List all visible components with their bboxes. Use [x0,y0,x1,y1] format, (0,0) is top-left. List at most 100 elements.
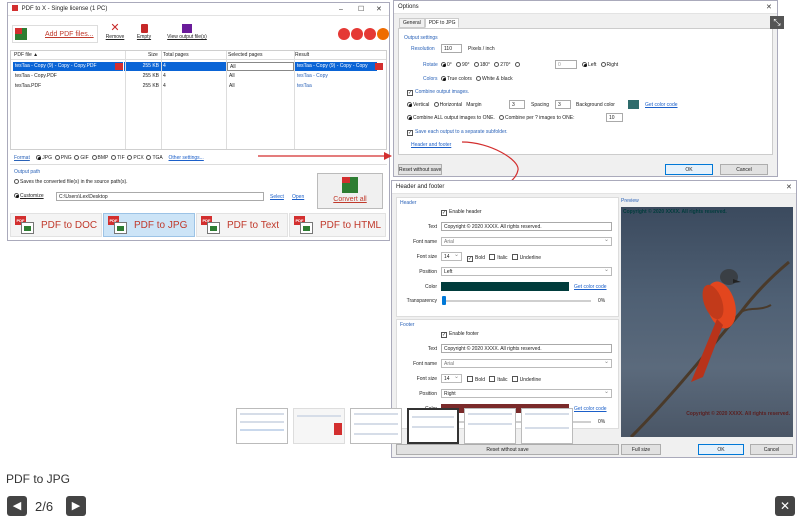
hf-reset-button[interactable]: Reset without save [396,444,619,455]
enable-footer-checkbox[interactable]: ✓ Enable footer [441,331,479,338]
row-result[interactable]: tesTaa - Copy (9) - Copy - Copy [295,62,377,71]
header-bold-checkbox[interactable]: ✓ Bold [467,255,485,262]
header-get-color-link[interactable]: Get color code [574,284,607,290]
hf-close-button[interactable]: ✕ [786,181,792,193]
empty-button[interactable]: Empty [134,23,154,40]
get-color-link[interactable]: Get color code [645,102,678,108]
select-link[interactable]: Select [270,194,284,200]
options-cancel-button[interactable]: Cancel [720,164,768,175]
col-selected[interactable]: Selected pages [228,51,262,60]
combine-all-option[interactable]: Combine ALL output images to ONE. [407,115,495,121]
format-bmp[interactable]: BMP [91,155,108,161]
convert-all-button[interactable]: Convert all [317,173,383,209]
tile-pdf-to-jpg[interactable]: PDF PDF to JPG [103,213,195,237]
footer-get-color-link[interactable]: Get color code [574,406,607,412]
header-transparency-slider[interactable] [443,300,591,302]
hf-ok-button[interactable]: OK [698,444,744,455]
footer-underline-checkbox[interactable]: Underline [511,376,541,383]
hf-cancel-button[interactable]: Cancel [750,444,793,455]
minimize-button[interactable]: – [339,3,343,15]
footer-italic-checkbox[interactable]: Italic [489,376,507,383]
format-tif[interactable]: TIF [111,155,125,161]
customize-path-input[interactable]: C:\Users\Lex\Desktop [56,192,264,201]
background-color-swatch[interactable] [628,100,639,109]
align-right[interactable]: Right [600,62,618,68]
row-selected[interactable]: All [229,82,235,91]
header-font-dropdown[interactable]: Arial [441,236,612,246]
tile-pdf-to-text[interactable]: PDF PDF to Text [196,213,288,237]
format-jpg[interactable]: JPG [36,155,52,161]
combine-per-option[interactable]: Combine per ? images to ONE: [498,115,574,121]
row-selected[interactable]: All [229,72,235,81]
vertical-option[interactable]: Vertical [407,102,429,108]
combine-per-input[interactable]: 10 [606,113,623,122]
resolution-input[interactable]: 110 [441,44,462,53]
header-text-input[interactable]: Copyright © 2020 XXXX. All rights reserv… [441,222,612,231]
margin-input[interactable]: 3 [509,100,525,109]
tab-general[interactable]: General [399,18,425,28]
white-black[interactable]: White & black [476,76,513,82]
tile-pdf-to-doc[interactable]: PDF PDF to DOC [10,213,102,237]
rotate-180[interactable]: 180° [473,62,490,68]
prev-button[interactable]: ◀ [7,496,27,516]
col-file[interactable]: PDF file ▲ [14,51,38,60]
thumbnail-5[interactable] [464,408,516,444]
circle-icon-3[interactable] [364,28,376,40]
full-size-button[interactable]: Full size [621,444,661,455]
header-footer-link[interactable]: Header and footer [411,142,451,148]
customize-option[interactable]: Customize [14,193,44,199]
save-each-checkbox[interactable]: ✓ Save each output to a separate subfolde… [407,129,508,136]
col-size[interactable]: Size [148,51,158,60]
maximize-button[interactable]: ☐ [358,3,364,15]
enable-header-checkbox[interactable]: ✓ Enable header [441,209,482,216]
col-pages[interactable]: Total pages [163,51,189,60]
remove-button[interactable]: ✕ Remove [104,23,126,41]
circle-icon-4[interactable] [377,28,389,40]
true-colors[interactable]: True colors [441,76,472,82]
close-gallery-button[interactable]: ✕ [775,496,795,516]
circle-icon-2[interactable] [351,28,363,40]
other-settings-link[interactable]: Other settings... [169,155,204,161]
tab-pdf-to-jpg[interactable]: PDF to JPG [424,18,460,28]
thumbnail-1[interactable] [236,408,288,444]
footer-text-input[interactable]: Copyright © 2020 XXXX. All rights reserv… [441,344,612,353]
row-selected-dropdown[interactable]: All [227,62,294,71]
rotate-0[interactable]: 0° [441,62,452,68]
format-pcx[interactable]: PCX [127,155,144,161]
format-tga[interactable]: TGA [146,155,163,161]
rotate-270[interactable]: 270° [494,62,511,68]
header-font-size-dropdown[interactable]: 14 [441,251,462,261]
next-button[interactable]: ▶ [66,496,86,516]
open-link[interactable]: Open [292,194,304,200]
close-button[interactable]: ✕ [376,3,382,15]
view-output-button[interactable]: View output file(s) [162,23,212,40]
thumbnail-4[interactable] [407,408,459,444]
footer-font-dropdown[interactable]: Arial [441,358,612,368]
tile-pdf-to-html[interactable]: PDF PDF to HTML [289,213,386,237]
header-underline-checkbox[interactable]: Underline [511,254,541,261]
footer-bold-checkbox[interactable]: Bold [467,376,485,383]
options-ok-button[interactable]: OK [665,164,713,175]
table-row[interactable]: tesTaa - Copy (9) - Copy - Copy.PDF 255 … [11,62,386,71]
options-close-button[interactable]: ✕ [766,1,772,13]
footer-position-dropdown[interactable]: Right [441,388,612,398]
header-position-dropdown[interactable]: Left [441,266,612,276]
align-left[interactable]: Left [582,62,596,68]
header-italic-checkbox[interactable]: Italic [489,254,507,261]
footer-font-size-dropdown[interactable]: 14 [441,373,462,383]
format-gif[interactable]: GIF [74,155,89,161]
col-result[interactable]: Result [295,51,309,60]
expand-icon[interactable]: ⤡ [770,16,784,29]
rotate-90[interactable]: 90° [455,62,470,68]
table-row[interactable]: tesTaa - Copy.PDF 255 KB 4 All tesTaa - … [11,72,386,81]
rotate-custom[interactable] [514,62,521,68]
thumbnail-3[interactable] [350,408,402,444]
table-row[interactable]: tesTaa.PDF 255 KB 4 All tesTaa [11,82,386,91]
header-slider-thumb[interactable] [442,296,446,305]
spacing-input[interactable]: 3 [555,100,571,109]
source-path-option[interactable]: Saves the converted file(s) in the sourc… [14,179,128,185]
format-png[interactable]: PNG [54,155,72,161]
combine-checkbox[interactable]: ✓ Combine output images. [407,89,469,96]
thumbnail-2[interactable] [293,408,345,444]
row-result[interactable]: tesTaa - Copy [297,72,328,81]
